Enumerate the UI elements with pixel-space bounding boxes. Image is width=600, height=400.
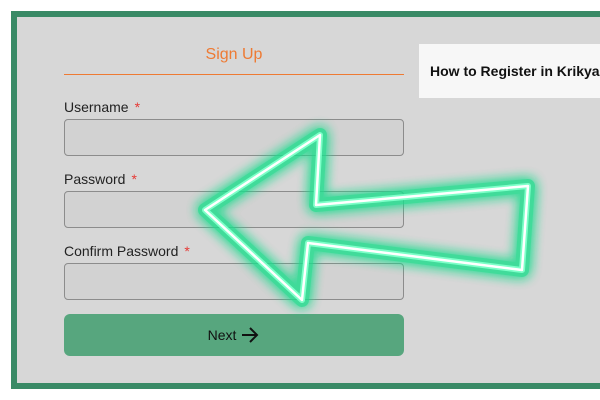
password-label: Password * xyxy=(64,171,137,187)
next-button[interactable]: Next xyxy=(64,314,404,356)
signup-title: Sign Up xyxy=(205,46,263,63)
required-asterisk: * xyxy=(184,243,190,259)
password-label-text: Password xyxy=(64,171,126,187)
arrow-right-icon xyxy=(240,327,260,343)
username-label-text: Username xyxy=(64,99,129,115)
title-divider xyxy=(64,74,404,75)
confirm-password-input[interactable] xyxy=(64,263,404,300)
confirm-password-label: Confirm Password * xyxy=(64,243,190,259)
screenshot-frame: Sign Up Username * Password * Confirm Pass… xyxy=(0,0,600,400)
required-asterisk: * xyxy=(134,99,141,115)
required-asterisk: * xyxy=(131,171,137,187)
confirm-password-label-text: Confirm Password xyxy=(64,243,179,259)
next-button-label: Next xyxy=(207,327,237,343)
username-input[interactable] xyxy=(64,119,404,156)
guide-title: How to Register in Krikya xyxy=(430,63,600,79)
username-label: Username * xyxy=(64,99,140,115)
guide-title-box: How to Register in Krikya xyxy=(419,44,600,98)
password-input[interactable] xyxy=(64,191,404,228)
